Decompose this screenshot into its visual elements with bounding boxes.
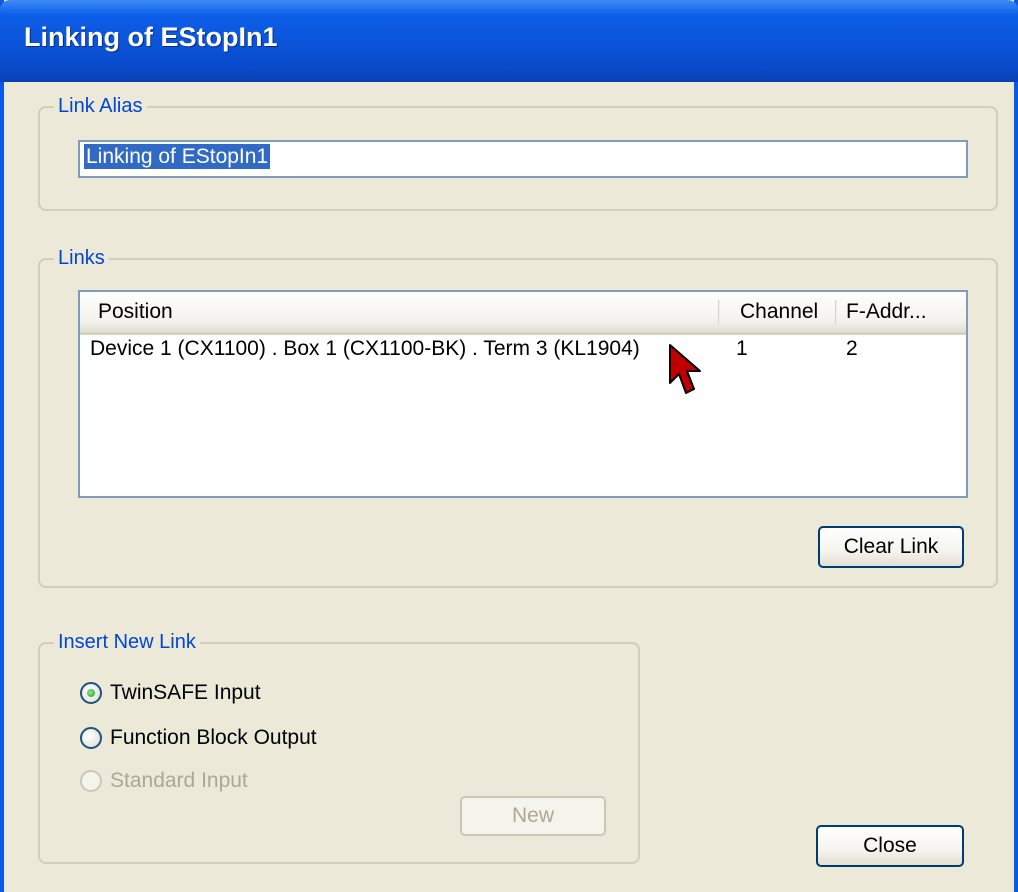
- cell-channel: 1: [736, 337, 748, 360]
- cell-position: Device 1 (CX1100) . Box 1 (CX1100-BK) . …: [90, 337, 640, 360]
- radio-standard-input-label: Standard Input: [110, 769, 248, 792]
- clear-link-button[interactable]: Clear Link: [818, 526, 964, 568]
- radio-function-block-output-label: Function Block Output: [110, 726, 317, 749]
- close-button[interactable]: Close: [816, 825, 964, 867]
- column-separator[interactable]: [835, 300, 837, 324]
- title-bar[interactable]: Linking of EStopIn1: [0, 0, 1018, 82]
- radio-button[interactable]: [80, 727, 102, 749]
- links-list-header: Position Channel F-Addr...: [80, 292, 966, 335]
- column-header-position[interactable]: Position: [90, 292, 720, 332]
- radio-button[interactable]: [80, 682, 102, 704]
- clear-link-button-label: Clear Link: [843, 535, 939, 558]
- radio-button: [80, 770, 102, 792]
- radio-twinsafe-input-label: TwinSAFE Input: [110, 681, 261, 704]
- radio-selected-dot: [87, 689, 95, 697]
- dialog-window: Linking of EStopIn1 Link Alias Linking o…: [0, 0, 1018, 892]
- column-header-channel-label: Channel: [740, 300, 819, 323]
- column-header-position-label: Position: [98, 300, 173, 323]
- new-button: New: [460, 796, 606, 836]
- close-button-label: Close: [863, 834, 917, 857]
- column-separator[interactable]: [718, 300, 720, 324]
- links-list[interactable]: Position Channel F-Addr... Device 1 (CX1…: [78, 290, 968, 498]
- link-alias-input[interactable]: Linking of EStopIn1: [78, 140, 968, 178]
- mouse-pointer-icon: [669, 344, 701, 394]
- window-title: Linking of EStopIn1: [24, 22, 278, 52]
- link-alias-value: Linking of EStopIn1: [84, 144, 271, 169]
- link-alias-label: Link Alias: [54, 94, 147, 118]
- new-button-label: New: [511, 804, 554, 827]
- cell-f-addr: 2: [846, 337, 858, 360]
- column-header-f-addr[interactable]: F-Addr...: [838, 292, 962, 332]
- insert-new-link-label: Insert New Link: [54, 630, 200, 654]
- column-header-channel[interactable]: Channel: [732, 292, 836, 332]
- table-row[interactable]: Device 1 (CX1100) . Box 1 (CX1100-BK) . …: [80, 334, 966, 364]
- links-label: Links: [54, 246, 109, 270]
- column-header-f-addr-label: F-Addr...: [846, 300, 927, 323]
